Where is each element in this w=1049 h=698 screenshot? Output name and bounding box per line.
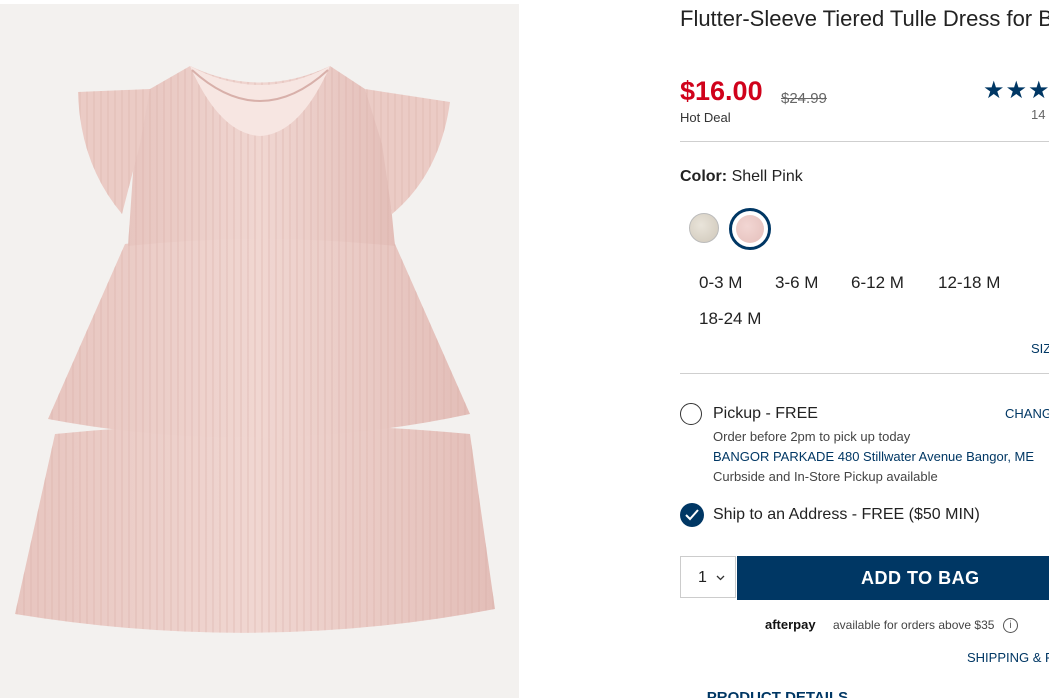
- checkmark-icon: [685, 509, 699, 521]
- afterpay-logo: afterpay: [765, 617, 816, 632]
- pickup-label[interactable]: Pickup - FREE: [713, 405, 818, 423]
- review-count[interactable]: 14: [1031, 107, 1045, 122]
- chevron-up-icon: ⌄: [690, 689, 703, 698]
- size-option[interactable]: 6-12 M: [851, 273, 904, 293]
- color-label: Color: Shell Pink: [680, 168, 803, 186]
- change-store-link[interactable]: CHANG: [1005, 406, 1049, 421]
- original-price: $24.99: [781, 90, 827, 107]
- pickup-radio[interactable]: [680, 403, 702, 425]
- afterpay-text: available for orders above $35: [833, 618, 995, 632]
- product-image[interactable]: [0, 4, 519, 698]
- product-details-toggle[interactable]: ⌄ PRODUCT DETAILS: [690, 688, 848, 698]
- dress-illustration: [15, 66, 495, 633]
- quantity-value: 1: [698, 569, 707, 586]
- rating-stars-icon[interactable]: ★★★: [983, 76, 1049, 105]
- product-info-panel: Flutter-Sleeve Tiered Tulle Dress for Ba…: [680, 0, 1049, 698]
- size-chart-link[interactable]: SIZ: [1031, 341, 1049, 356]
- add-to-bag-label: ADD TO BAG: [861, 568, 980, 588]
- pickup-note: Curbside and In-Store Pickup available: [713, 469, 938, 484]
- divider: [680, 373, 1049, 374]
- swatch-fill: [736, 215, 764, 243]
- chevron-down-icon: [716, 575, 725, 581]
- store-address-link[interactable]: BANGOR PARKADE 480 Stillwater Avenue Ban…: [713, 449, 1034, 464]
- color-swatch-shell-pink[interactable]: [729, 208, 771, 250]
- size-option[interactable]: 3-6 M: [775, 273, 818, 293]
- divider: [680, 141, 1049, 142]
- size-option[interactable]: 12-18 M: [938, 273, 1000, 293]
- ship-label[interactable]: Ship to an Address - FREE ($50 MIN): [713, 506, 980, 524]
- pickup-cutoff: Order before 2pm to pick up today: [713, 429, 911, 444]
- size-option[interactable]: 18-24 M: [699, 309, 761, 329]
- quantity-select[interactable]: 1: [680, 556, 736, 598]
- add-to-bag-button[interactable]: ADD TO BAG: [737, 556, 1049, 600]
- color-swatch-oatmeal[interactable]: [689, 213, 719, 243]
- size-option[interactable]: 0-3 M: [699, 273, 742, 293]
- sale-price: $16.00: [680, 76, 763, 106]
- shipping-returns-link[interactable]: SHIPPING & R: [967, 650, 1049, 665]
- deal-badge: Hot Deal: [680, 110, 731, 125]
- ship-checkbox[interactable]: [680, 503, 704, 527]
- color-selected-value: Shell Pink: [731, 168, 803, 185]
- info-icon[interactable]: i: [1003, 618, 1018, 633]
- product-title: Flutter-Sleeve Tiered Tulle Dress for Ba…: [680, 6, 1049, 31]
- product-details-label: PRODUCT DETAILS: [706, 689, 849, 698]
- color-label-key: Color:: [680, 168, 728, 185]
